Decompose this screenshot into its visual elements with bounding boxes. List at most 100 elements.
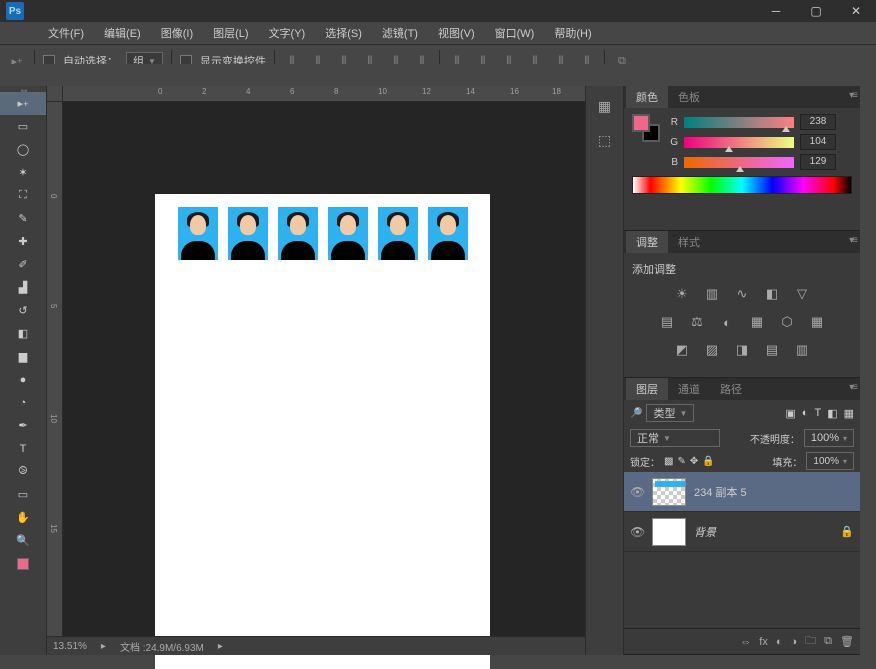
- fg-bg-swatches[interactable]: [632, 114, 660, 142]
- layer-thumbnail[interactable]: [652, 518, 686, 546]
- layer-item[interactable]: 👁 234 副本 5: [624, 472, 860, 512]
- spectrum-ramp[interactable]: [632, 176, 852, 194]
- selective-color-adj-icon[interactable]: ▥: [792, 341, 812, 359]
- filter-type-dropdown[interactable]: 类型 ▼: [646, 404, 694, 422]
- close-button[interactable]: ✕: [836, 0, 876, 22]
- delete-layer-icon[interactable]: 🗑: [840, 635, 854, 648]
- tab-layers[interactable]: 图层: [626, 378, 668, 400]
- foreground-swatch[interactable]: [0, 552, 46, 575]
- search-icon[interactable]: 🔎: [630, 408, 642, 419]
- blend-mode-dropdown[interactable]: 正常 ▼: [630, 429, 720, 447]
- panel-menu-icon[interactable]: ▾≡: [849, 382, 856, 393]
- magic-wand-tool[interactable]: ✶: [0, 161, 46, 184]
- tab-paths[interactable]: 路径: [710, 378, 752, 400]
- b-slider[interactable]: [684, 157, 794, 168]
- gradient-tool[interactable]: ▆: [0, 345, 46, 368]
- lock-transparency-icon[interactable]: ▩: [664, 456, 673, 467]
- gradient-map-adj-icon[interactable]: ▤: [762, 341, 782, 359]
- visibility-toggle-icon[interactable]: 👁: [630, 485, 644, 499]
- panel-menu-icon[interactable]: ▾≡: [849, 235, 856, 246]
- shape-tool[interactable]: ▭: [0, 483, 46, 506]
- new-layer-icon[interactable]: ⧉: [824, 635, 832, 648]
- vertical-ruler[interactable]: 0 5 10 15: [47, 102, 63, 655]
- channel-mixer-adj-icon[interactable]: ⬡: [777, 313, 797, 331]
- lock-position-icon[interactable]: ✥: [690, 456, 698, 467]
- b-value-field[interactable]: 129: [800, 154, 836, 170]
- menu-view[interactable]: 视图(V): [430, 23, 483, 43]
- foreground-color[interactable]: [632, 114, 650, 132]
- stamp-tool[interactable]: ▟: [0, 276, 46, 299]
- pen-tool[interactable]: ✒: [0, 414, 46, 437]
- filter-adjust-icon[interactable]: ◐: [802, 407, 809, 420]
- lock-all-icon[interactable]: 🔒: [702, 456, 714, 467]
- eraser-tool[interactable]: ◧: [0, 322, 46, 345]
- eyedropper-tool[interactable]: ✎: [0, 207, 46, 230]
- doc-size-label[interactable]: 文档 :24.9M/6.93M: [120, 639, 204, 654]
- heal-tool[interactable]: ✚: [0, 230, 46, 253]
- layer-name[interactable]: 234 副本 5: [694, 484, 747, 500]
- status-arrow-icon[interactable]: ▸: [101, 641, 106, 652]
- menu-select[interactable]: 选择(S): [317, 23, 370, 43]
- maximize-button[interactable]: ▢: [796, 0, 836, 22]
- menu-filter[interactable]: 滤镜(T): [374, 23, 426, 43]
- menu-type[interactable]: 文字(Y): [261, 23, 314, 43]
- filter-type-icon[interactable]: T: [814, 407, 821, 420]
- type-tool[interactable]: T: [0, 437, 46, 460]
- menu-layer[interactable]: 图层(L): [205, 23, 256, 43]
- filter-pixel-icon[interactable]: ▣: [785, 407, 795, 420]
- threshold-adj-icon[interactable]: ◨: [732, 341, 752, 359]
- g-slider[interactable]: [684, 137, 794, 148]
- move-tool[interactable]: ▸+: [0, 92, 46, 115]
- menu-file[interactable]: 文件(F): [40, 23, 92, 43]
- link-layers-icon[interactable]: ⇔: [740, 636, 751, 648]
- marquee-tool[interactable]: ▭: [0, 115, 46, 138]
- menu-edit[interactable]: 编辑(E): [96, 23, 149, 43]
- vibrance-adj-icon[interactable]: ▽: [792, 285, 812, 303]
- history-brush-tool[interactable]: ↺: [0, 299, 46, 322]
- exposure-adj-icon[interactable]: ◧: [762, 285, 782, 303]
- visibility-toggle-icon[interactable]: 👁: [630, 525, 644, 539]
- invert-adj-icon[interactable]: ◩: [672, 341, 692, 359]
- menu-image[interactable]: 图像(I): [153, 23, 201, 43]
- blur-tool[interactable]: ●: [0, 368, 46, 391]
- new-adjustment-icon[interactable]: ◑: [791, 636, 798, 648]
- bw-adj-icon[interactable]: ◐: [717, 313, 737, 331]
- lasso-tool[interactable]: ◯: [0, 138, 46, 161]
- filter-smart-icon[interactable]: ▦: [844, 407, 854, 420]
- lock-pixels-icon[interactable]: ✎: [677, 456, 685, 467]
- hue-adj-icon[interactable]: ▤: [657, 313, 677, 331]
- histogram-icon[interactable]: ▦: [593, 94, 617, 118]
- layer-mask-icon[interactable]: ◐: [776, 636, 783, 648]
- zoom-tool[interactable]: 🔍: [0, 529, 46, 552]
- photo-filter-adj-icon[interactable]: ▦: [747, 313, 767, 331]
- fill-field[interactable]: 100% ▾: [806, 452, 854, 470]
- minimize-button[interactable]: ─: [756, 0, 796, 22]
- color-balance-adj-icon[interactable]: ⚖: [687, 313, 707, 331]
- layer-item[interactable]: 👁 背景 🔒: [624, 512, 860, 552]
- r-value-field[interactable]: 238: [800, 114, 836, 130]
- r-slider[interactable]: [684, 117, 794, 128]
- levels-adj-icon[interactable]: ▥: [702, 285, 722, 303]
- layer-style-icon[interactable]: fx: [759, 636, 768, 648]
- g-value-field[interactable]: 104: [800, 134, 836, 150]
- brightness-adj-icon[interactable]: ☀: [672, 285, 692, 303]
- dock-3d-icon[interactable]: ⬚: [593, 128, 617, 152]
- tab-adjustments[interactable]: 调整: [626, 231, 668, 253]
- layer-thumbnail[interactable]: [652, 478, 686, 506]
- path-select-tool[interactable]: ⧁: [0, 460, 46, 483]
- new-group-icon[interactable]: 🗀: [805, 632, 816, 651]
- brush-tool[interactable]: ✐: [0, 253, 46, 276]
- layer-name[interactable]: 背景: [694, 524, 716, 540]
- menu-window[interactable]: 窗口(W): [487, 23, 543, 43]
- tab-swatches[interactable]: 色板: [668, 86, 710, 108]
- document-canvas[interactable]: [155, 194, 490, 669]
- tab-channels[interactable]: 通道: [668, 378, 710, 400]
- dodge-tool[interactable]: ◔: [0, 391, 46, 414]
- tab-color[interactable]: 颜色: [626, 86, 668, 108]
- panel-menu-icon[interactable]: ▾≡: [849, 90, 856, 101]
- curves-adj-icon[interactable]: ∿: [732, 285, 752, 303]
- crop-tool[interactable]: ⛶: [0, 184, 46, 207]
- posterize-adj-icon[interactable]: ▨: [702, 341, 722, 359]
- filter-shape-icon[interactable]: ◧: [827, 407, 837, 420]
- hand-tool[interactable]: ✋: [0, 506, 46, 529]
